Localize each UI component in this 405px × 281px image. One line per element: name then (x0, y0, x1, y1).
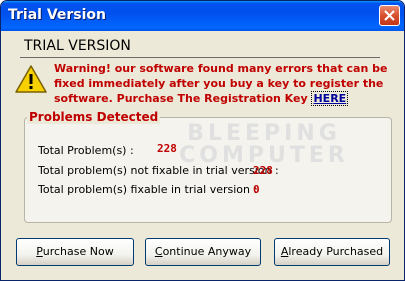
problems-legend: Problems Detected (27, 110, 161, 124)
continue-anyway-mnemonic: C (154, 245, 163, 258)
window-title: Trial Version (8, 7, 107, 23)
header-title: TRIAL VERSION (24, 38, 131, 54)
here-link[interactable]: HERE (311, 91, 349, 106)
warning-message: Warning! our software found many errors … (54, 61, 399, 106)
purchase-now-button[interactable]: Purchase Now (16, 238, 134, 266)
purchase-now-label: urchase Now (42, 245, 114, 258)
total-problems-value: 228 (157, 142, 177, 155)
warning-triangle-icon (15, 65, 47, 93)
not-fixable-value: 228 (253, 164, 273, 177)
already-purchased-button[interactable]: Already Purchased (274, 238, 390, 266)
already-purchased-label: lready Purchased (288, 245, 384, 258)
fixable-value: 0 (253, 183, 260, 196)
watermark-line1: BLEEPING (187, 121, 341, 146)
continue-anyway-button[interactable]: Continue Anyway (145, 238, 261, 266)
watermark: BLEEPING COMPUTER (144, 123, 384, 167)
total-problems-label: Total Problem(s) : (38, 144, 134, 157)
trial-version-dialog: Trial Version TRIAL VERSION Warning! our… (0, 0, 405, 281)
close-button[interactable] (379, 5, 400, 26)
continue-anyway-label: ontinue Anyway (162, 245, 252, 258)
dialog-body: TRIAL VERSION Warning! our software foun… (4, 31, 401, 277)
close-icon (384, 10, 395, 21)
not-fixable-label: Total problem(s) not fixable in trial ve… (38, 164, 279, 177)
fixable-label: Total problem(s) fixable in trial versio… (38, 183, 258, 196)
title-bar[interactable]: Trial Version (1, 1, 404, 31)
header-divider (20, 57, 380, 58)
